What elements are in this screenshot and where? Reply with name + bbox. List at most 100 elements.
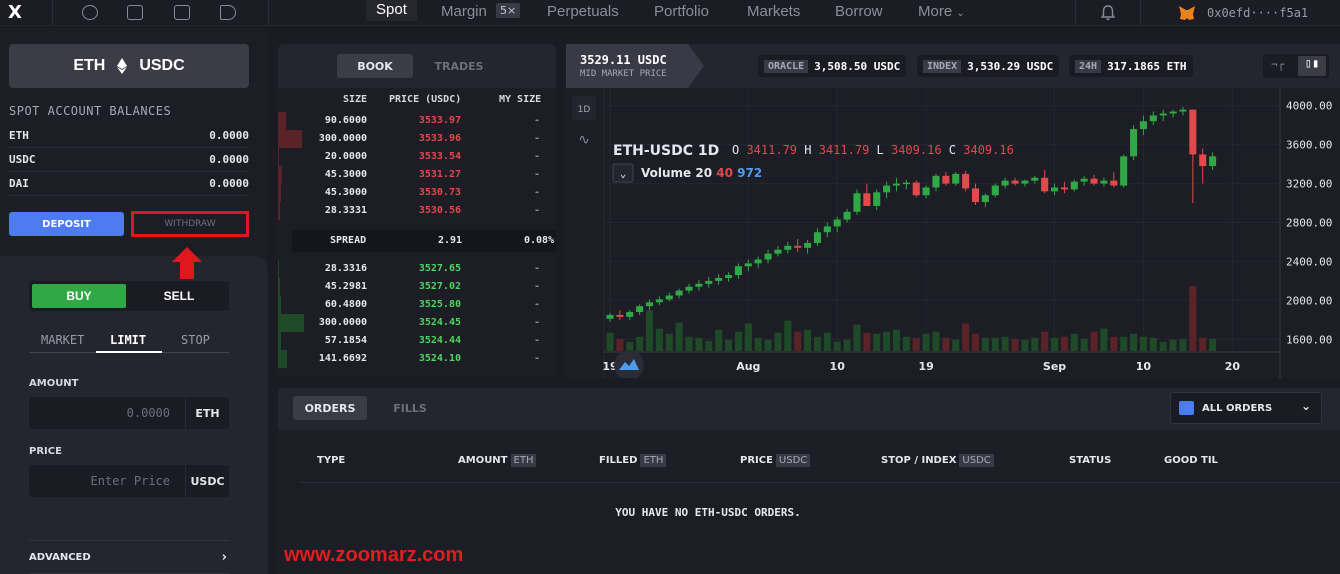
volume-bar xyxy=(1011,338,1019,351)
nav-markets[interactable]: Markets xyxy=(747,3,800,20)
volume-bar xyxy=(675,322,683,351)
candle-body xyxy=(606,314,614,319)
chat-icon[interactable] xyxy=(174,5,190,20)
tab-trades[interactable]: TRADES xyxy=(421,54,497,78)
volume-24h-label: 24H xyxy=(1075,59,1102,73)
balances-title: SPOT ACCOUNT BALANCES xyxy=(9,104,172,118)
ask-row[interactable]: 45.3000 3531.27 - xyxy=(278,166,556,184)
candle-chart-icon[interactable]: ▯▮ xyxy=(1298,56,1326,76)
depth-bar xyxy=(278,314,304,332)
my-size: - xyxy=(533,151,540,162)
bid-row[interactable]: 60.4800 3525.80 - xyxy=(278,296,556,314)
volume-value-buy: 972 xyxy=(737,166,762,180)
price-tick: 3600.00 xyxy=(1286,139,1332,152)
volume-bar xyxy=(636,336,644,351)
ask-row[interactable]: 20.0000 3533.54 - xyxy=(278,148,556,166)
volume-bar xyxy=(1130,333,1138,351)
candle-body xyxy=(695,283,703,287)
my-size: - xyxy=(533,187,540,198)
bid-row[interactable]: 57.1854 3524.44 - xyxy=(278,332,556,350)
ask-row[interactable]: 28.3331 3530.56 - xyxy=(278,202,556,220)
mid-price: 3529.11 USDC xyxy=(580,53,667,67)
ask-row[interactable]: 90.6000 3533.97 - xyxy=(278,112,556,130)
price-field[interactable]: Enter Price USDC xyxy=(29,465,229,497)
buy-button[interactable]: BUY xyxy=(32,284,126,308)
help-icon[interactable] xyxy=(82,5,98,20)
balance-amount: 0.0000 xyxy=(209,153,249,166)
nav-borrow[interactable]: Borrow xyxy=(835,3,883,20)
tab-book[interactable]: BOOK xyxy=(337,54,413,78)
wallet-address[interactable]: 0x0efd····f5a1 xyxy=(1207,6,1308,20)
nav-spot[interactable]: Spot xyxy=(366,0,417,21)
volume-bar xyxy=(804,329,812,351)
my-size: - xyxy=(533,299,540,310)
market-selector[interactable]: ETH USDC xyxy=(9,44,249,88)
bid-row[interactable]: 141.6692 3524.10 - xyxy=(278,350,556,368)
bell-icon[interactable] xyxy=(1100,4,1116,21)
tab-limit[interactable]: LIMIT xyxy=(110,333,146,347)
deposit-button[interactable]: DEPOSIT xyxy=(9,212,124,236)
depth-bar xyxy=(278,296,281,314)
order-price: 3531.27 xyxy=(418,169,461,180)
withdraw-button[interactable]: WITHDRAW xyxy=(131,211,249,237)
interval-label: 1D xyxy=(578,105,591,115)
depth-chart-icon[interactable]: ¬┌ xyxy=(1271,58,1284,71)
candle-body xyxy=(1060,187,1068,190)
amount-input[interactable]: 0.0000 xyxy=(127,406,170,420)
tab-market[interactable]: MARKET xyxy=(41,333,84,347)
size-header: SIZE xyxy=(343,94,368,105)
nav-perpetuals[interactable]: Perpetuals xyxy=(547,3,619,20)
order-size: 45.2981 xyxy=(324,281,367,292)
ask-row[interactable]: 45.3000 3530.73 - xyxy=(278,184,556,202)
volume-value-sell: 40 xyxy=(716,166,733,180)
bid-row[interactable]: 45.2981 3527.02 - xyxy=(278,278,556,296)
price-header: PRICE (USDC) xyxy=(389,94,462,105)
order-price: 3533.97 xyxy=(418,115,461,126)
sell-button[interactable]: SELL xyxy=(132,284,226,308)
volume-bar xyxy=(1189,286,1197,351)
red-arrow-annotation xyxy=(172,247,202,279)
candle-body xyxy=(981,195,989,203)
volume-bar xyxy=(922,333,930,351)
candle-body xyxy=(813,232,821,243)
app-logo[interactable]: X xyxy=(8,2,22,23)
depth-bar xyxy=(278,332,281,350)
price-input[interactable]: Enter Price xyxy=(91,474,170,488)
order-price: 3530.56 xyxy=(418,205,461,216)
candle-body xyxy=(754,259,762,264)
column-header: PRICE USDC xyxy=(740,454,811,467)
bid-row[interactable]: 28.3316 3527.65 - xyxy=(278,260,556,278)
amount-field[interactable]: 0.0000 ETH xyxy=(29,397,229,429)
tab-stop[interactable]: STOP xyxy=(181,333,210,347)
volume-bar xyxy=(715,329,723,351)
volume-bar xyxy=(1169,339,1177,351)
nav-more[interactable]: More ⌄ xyxy=(918,3,965,20)
book-tabs: BOOK TRADES xyxy=(278,44,556,88)
orders-filter-select[interactable]: ALL ORDERS ⌄ xyxy=(1170,392,1322,424)
nav-margin[interactable]: Margin xyxy=(441,3,487,20)
indicator-icon[interactable]: ∿ xyxy=(578,132,590,148)
price-chart[interactable]: 1D ∿ 4000.00 3600.00 3200.00 2800.00 2400.00… xyxy=(566,88,1340,378)
candle-body xyxy=(1130,129,1138,157)
nav-divider xyxy=(1140,0,1141,26)
volume-bar xyxy=(774,332,782,351)
candle-body xyxy=(1031,177,1039,181)
megaphone-icon[interactable] xyxy=(220,5,236,20)
depth-bar xyxy=(278,112,286,130)
tab-fills[interactable]: FILLS xyxy=(382,396,438,420)
advanced-toggle[interactable]: ADVANCED › xyxy=(29,540,229,574)
order-size: 300.0000 xyxy=(318,133,367,144)
nav-portfolio[interactable]: Portfolio xyxy=(654,3,709,20)
my-size: - xyxy=(533,205,540,216)
price-tick: 2800.00 xyxy=(1286,217,1332,230)
depth-bar xyxy=(278,184,281,202)
bid-row[interactable]: 300.0000 3524.45 - xyxy=(278,314,556,332)
my-size: - xyxy=(533,263,540,274)
tab-orders[interactable]: ORDERS xyxy=(293,396,367,420)
volume-bar xyxy=(1149,337,1157,351)
terminal-icon[interactable] xyxy=(127,5,143,20)
balance-asset: USDC xyxy=(9,153,36,166)
ask-row[interactable]: 300.0000 3533.96 - xyxy=(278,130,556,148)
candle-body xyxy=(626,312,634,317)
candle-body xyxy=(1189,109,1197,155)
